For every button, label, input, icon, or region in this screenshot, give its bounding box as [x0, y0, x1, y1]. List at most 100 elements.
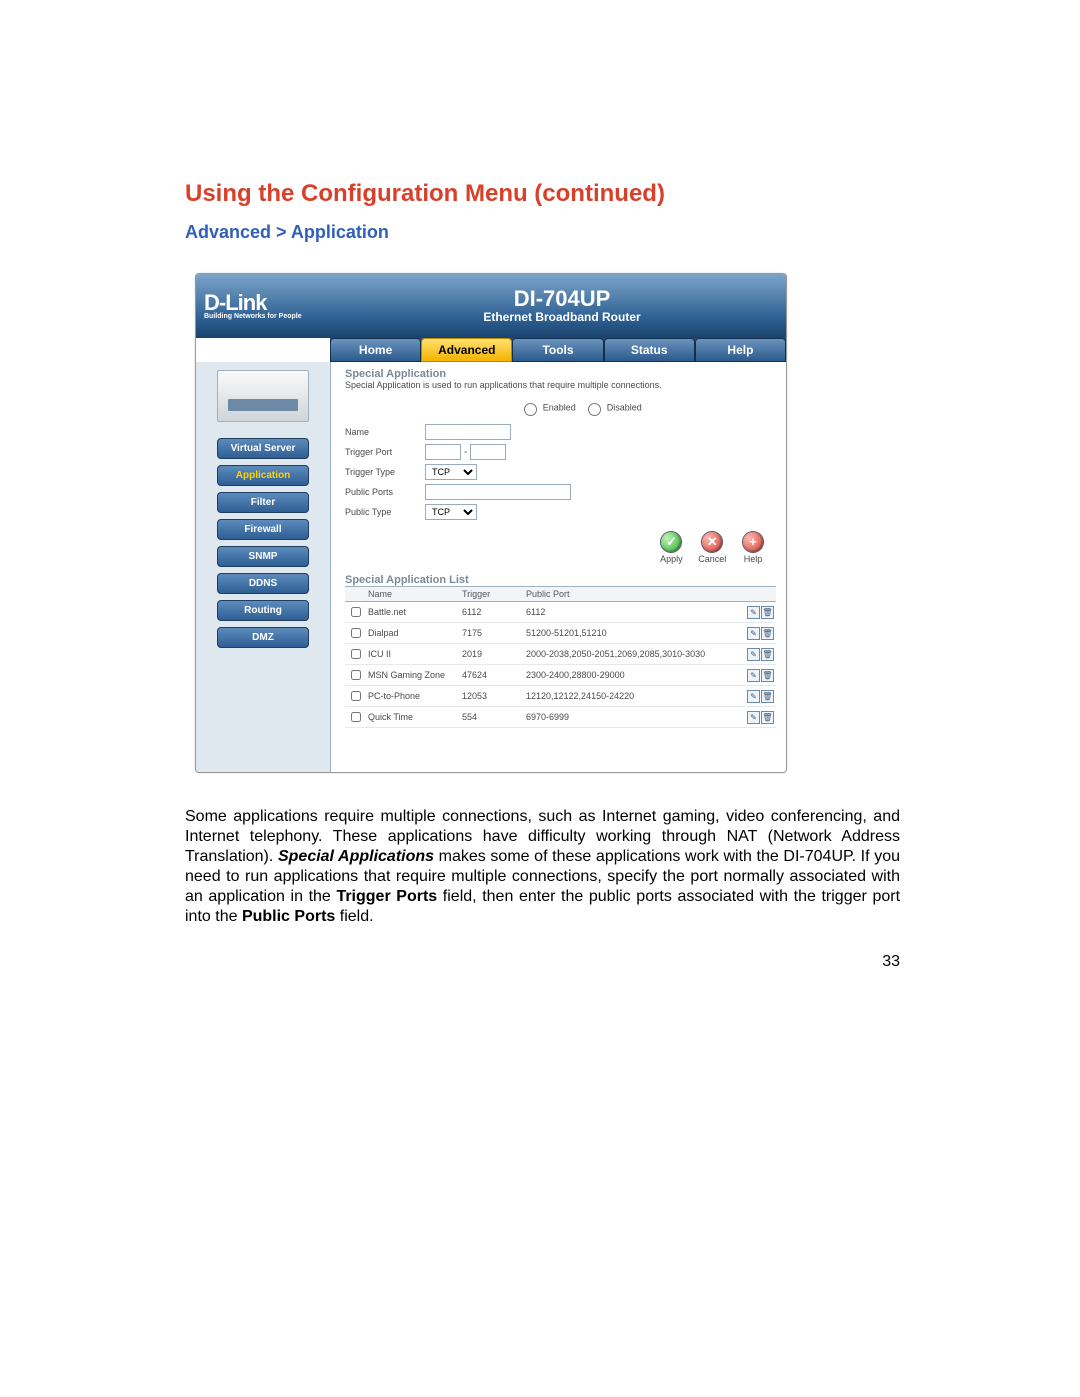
row-public: 51200-51201,51210	[524, 623, 742, 644]
sidebar-item-snmp[interactable]: SNMP	[217, 546, 309, 567]
delete-icon[interactable]: 🗑	[761, 711, 774, 724]
edit-icon[interactable]: ✎	[747, 606, 760, 619]
tab-help[interactable]: Help	[695, 338, 786, 362]
trigger-port-label: Trigger Port	[345, 447, 425, 457]
port-dash: -	[461, 447, 470, 458]
cancel-button[interactable]: ✕ Cancel	[693, 532, 731, 564]
table-row: PC-to-Phone1205312120,12122,24150-24220 ✎…	[345, 686, 776, 707]
plus-icon: +	[743, 532, 763, 552]
disabled-label: Disabled	[607, 402, 642, 412]
name-label: Name	[345, 427, 425, 437]
description-paragraph: Some applications require multiple conne…	[185, 807, 900, 927]
sidebar-item-virtual-server[interactable]: Virtual Server	[217, 438, 309, 459]
trigger-port-from-input[interactable]	[425, 444, 461, 460]
row-name: Battle.net	[366, 602, 460, 623]
public-ports-input[interactable]	[425, 484, 571, 500]
tab-home[interactable]: Home	[330, 338, 421, 362]
breadcrumb: Advanced > Application	[185, 222, 900, 243]
help-button[interactable]: + Help	[734, 532, 772, 564]
col-name: Name	[366, 587, 460, 602]
row-checkbox[interactable]	[351, 607, 361, 617]
section-description: Special Application is used to run appli…	[345, 380, 776, 390]
col-check	[345, 587, 366, 602]
row-trigger: 2019	[460, 644, 524, 665]
trigger-port-to-input[interactable]	[470, 444, 506, 460]
row-checkbox[interactable]	[351, 628, 361, 638]
table-row: Quick Time5546970-6999 ✎🗑	[345, 707, 776, 728]
help-label: Help	[744, 554, 763, 564]
model-subtitle: Ethernet Broadband Router	[338, 310, 786, 324]
row-name: PC-to-Phone	[366, 686, 460, 707]
delete-icon[interactable]: 🗑	[761, 627, 774, 640]
x-icon: ✕	[702, 532, 722, 552]
page-number: 33	[185, 953, 900, 971]
list-title: Special Application List	[345, 574, 776, 586]
row-trigger: 6112	[460, 602, 524, 623]
sidebar-item-firewall[interactable]: Firewall	[217, 519, 309, 540]
tab-status[interactable]: Status	[604, 338, 695, 362]
row-name: ICU II	[366, 644, 460, 665]
row-public: 6112	[524, 602, 742, 623]
trigger-type-select[interactable]: TCP	[425, 464, 477, 480]
row-public: 2000-2038,2050-2051,2069,2085,3010-3030	[524, 644, 742, 665]
check-icon: ✓	[661, 532, 681, 552]
delete-icon[interactable]: 🗑	[761, 690, 774, 703]
brand-logo: D-Link	[204, 293, 338, 313]
table-row: ICU II20192000-2038,2050-2051,2069,2085,…	[345, 644, 776, 665]
enabled-label: Enabled	[543, 402, 576, 412]
apply-button[interactable]: ✓ Apply	[652, 532, 690, 564]
row-name: Quick Time	[366, 707, 460, 728]
col-trigger: Trigger	[460, 587, 524, 602]
col-public: Public Port	[524, 587, 742, 602]
row-trigger: 47624	[460, 665, 524, 686]
row-name: Dialpad	[366, 623, 460, 644]
table-row: Dialpad717551200-51201,51210 ✎🗑	[345, 623, 776, 644]
row-checkbox[interactable]	[351, 649, 361, 659]
public-type-select[interactable]: TCP	[425, 504, 477, 520]
row-public: 2300-2400,28800-29000	[524, 665, 742, 686]
row-trigger: 12053	[460, 686, 524, 707]
page-heading: Using the Configuration Menu (continued)	[185, 180, 900, 208]
edit-icon[interactable]: ✎	[747, 690, 760, 703]
enabled-radio[interactable]	[524, 403, 537, 416]
application-list-table: Name Trigger Public Port Battle.net61126…	[345, 586, 776, 728]
row-public: 12120,12122,24150-24220	[524, 686, 742, 707]
trigger-type-label: Trigger Type	[345, 467, 425, 477]
edit-icon[interactable]: ✎	[747, 648, 760, 661]
sidebar-item-ddns[interactable]: DDNS	[217, 573, 309, 594]
tab-advanced[interactable]: Advanced	[421, 338, 512, 362]
sidebar-item-application[interactable]: Application	[217, 465, 309, 486]
delete-icon[interactable]: 🗑	[761, 669, 774, 682]
disabled-radio[interactable]	[588, 403, 601, 416]
col-actions	[742, 587, 776, 602]
row-checkbox[interactable]	[351, 670, 361, 680]
apply-label: Apply	[660, 554, 683, 564]
top-nav: Home Advanced Tools Status Help	[330, 338, 786, 362]
delete-icon[interactable]: 🗑	[761, 648, 774, 661]
device-image	[217, 370, 309, 422]
name-input[interactable]	[425, 424, 511, 440]
table-row: Battle.net61126112✎🗑	[345, 602, 776, 623]
section-title: Special Application	[345, 368, 776, 380]
tab-tools[interactable]: Tools	[512, 338, 603, 362]
edit-icon[interactable]: ✎	[747, 711, 760, 724]
edit-icon[interactable]: ✎	[747, 669, 760, 682]
sidebar-item-dmz[interactable]: DMZ	[217, 627, 309, 648]
row-checkbox[interactable]	[351, 712, 361, 722]
row-public: 6970-6999	[524, 707, 742, 728]
table-row: MSN Gaming Zone476242300-2400,28800-2900…	[345, 665, 776, 686]
public-ports-label: Public Ports	[345, 487, 425, 497]
row-trigger: 7175	[460, 623, 524, 644]
sidebar-item-routing[interactable]: Routing	[217, 600, 309, 621]
router-screenshot: D-Link Building Networks for People DI-7…	[195, 273, 787, 773]
row-checkbox[interactable]	[351, 691, 361, 701]
model-name: DI-704UP	[338, 288, 786, 310]
row-trigger: 554	[460, 707, 524, 728]
edit-icon[interactable]: ✎	[747, 627, 760, 640]
public-type-label: Public Type	[345, 507, 425, 517]
row-name: MSN Gaming Zone	[366, 665, 460, 686]
delete-icon[interactable]: 🗑	[761, 606, 774, 619]
sidebar-item-filter[interactable]: Filter	[217, 492, 309, 513]
brand-tagline: Building Networks for People	[204, 313, 338, 320]
cancel-label: Cancel	[698, 554, 726, 564]
